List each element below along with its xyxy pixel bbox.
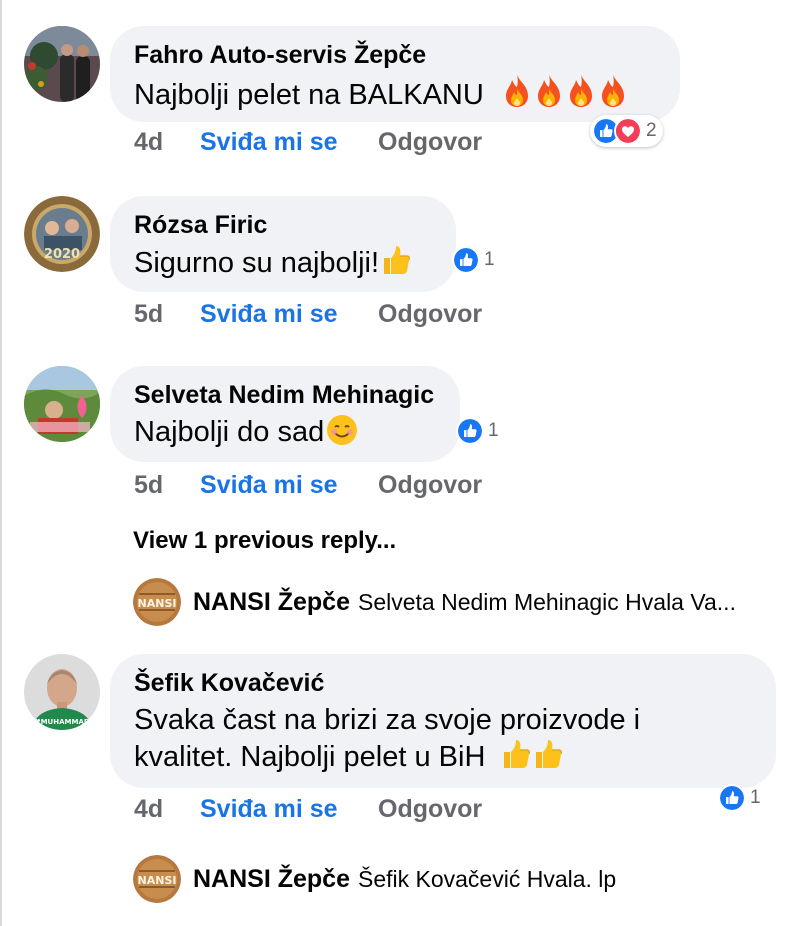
comment-actions: 4d Sviđa mi se Odgovor [134, 128, 482, 157]
reaction-summary[interactable]: 1 [716, 782, 767, 814]
fire-emoji-icon [566, 74, 596, 108]
avatar[interactable]: ♥MUHAMMAD [24, 654, 100, 730]
comment-text: Svaka čast na brizi za svoje proizvode i… [134, 702, 752, 775]
reaction-summary[interactable]: 2 [590, 115, 663, 147]
comment-body: Sigurno su najbolji! [134, 247, 380, 279]
avatar[interactable] [24, 366, 100, 442]
avatar[interactable] [24, 26, 100, 102]
like-reaction-icon [456, 417, 484, 445]
thumbs-up-emoji-icon [533, 738, 563, 770]
thumbs-up-emoji-icon [381, 244, 411, 276]
reply-preview-text[interactable]: Šefik Kovačević Hvala. lp [358, 866, 616, 893]
comment-actions: 5d Sviđa mi se Odgovor [134, 471, 482, 500]
reply-item: NANSI NANSI Žepče Šefik Kovačević Hvala.… [133, 855, 616, 903]
comment-text: Najbolji do sad [134, 414, 436, 450]
comment-author[interactable]: Selveta Nedim Mehinagic [134, 380, 436, 410]
comment-body: kvalitet. Najbolji pelet u BiH [134, 741, 486, 773]
comment-timestamp[interactable]: 5d [134, 471, 200, 500]
reply-button[interactable]: Odgovor [378, 300, 482, 329]
comment-timestamp[interactable]: 5d [134, 300, 200, 329]
comment-body: Najbolji do sad [134, 416, 325, 448]
comment-author[interactable]: Šefik Kovačević [134, 668, 752, 698]
like-reaction-icon [718, 784, 746, 812]
reply-button[interactable]: Odgovor [378, 795, 482, 824]
reaction-count: 1 [750, 787, 761, 808]
reply-button[interactable]: Odgovor [378, 471, 482, 500]
comment-text: Sigurno su najbolji! [134, 244, 432, 281]
thumbs-up-emoji-icon [501, 738, 531, 770]
comment-bubble: Rózsa Firic Sigurno su najbolji! [110, 196, 456, 292]
reaction-count: 1 [488, 420, 499, 441]
comment-body-line-2: kvalitet. Najbolji pelet u BiH [134, 738, 752, 775]
like-button[interactable]: Sviđa mi se [200, 300, 378, 329]
comment-author[interactable]: Fahro Auto-servis Žepče [134, 40, 656, 70]
reaction-count: 1 [484, 249, 495, 270]
fire-emoji-icon [534, 74, 564, 108]
comment-timestamp[interactable]: 4d [134, 128, 200, 157]
comment-bubble: Šefik Kovačević Svaka čast na brizi za s… [110, 654, 776, 788]
reaction-count: 2 [646, 120, 657, 141]
comment-author[interactable]: Rózsa Firic [134, 210, 432, 240]
nansi-logo-text: NANSI [138, 874, 177, 887]
like-button[interactable]: Sviđa mi se [200, 128, 378, 157]
comment-actions: 4d Sviđa mi se Odgovor [134, 795, 482, 824]
avatar[interactable]: NANSI [133, 578, 181, 626]
like-button[interactable]: Sviđa mi se [200, 471, 378, 500]
comment-bubble: Selveta Nedim Mehinagic Najbolji do sad [110, 366, 460, 462]
smiling-face-emoji-icon [327, 415, 358, 445]
thread-indent-line [0, 0, 2, 926]
comment-body: Najbolji pelet na BALKANU [134, 79, 484, 111]
avatar[interactable]: 2020 [24, 196, 100, 272]
reply-author[interactable]: NANSI Žepče [193, 865, 350, 894]
svg-text:♥MUHAMMAD: ♥MUHAMMAD [34, 718, 90, 726]
reply-author[interactable]: NANSI Žepče [193, 588, 350, 617]
comment-body-line: Svaka čast na brizi za svoje proizvode i [134, 704, 641, 736]
like-button[interactable]: Sviđa mi se [200, 795, 378, 824]
comment-timestamp[interactable]: 4d [134, 795, 200, 824]
svg-text:2020: 2020 [44, 247, 80, 262]
reply-button[interactable]: Odgovor [378, 128, 482, 157]
comment-bubble: Fahro Auto-servis Žepče Najbolji pelet n… [110, 26, 680, 122]
reply-preview-text[interactable]: Selveta Nedim Mehinagic Hvala Va... [358, 589, 736, 616]
avatar[interactable]: NANSI [133, 855, 181, 903]
fire-emoji-icon [502, 74, 532, 108]
comment-text: Najbolji pelet na BALKANU [134, 74, 656, 113]
nansi-logo-text: NANSI [138, 597, 177, 610]
view-previous-replies-link[interactable]: View 1 previous reply... [133, 527, 396, 555]
reaction-summary[interactable]: 1 [454, 415, 505, 447]
comment-actions: 5d Sviđa mi se Odgovor [134, 300, 482, 329]
like-reaction-icon [452, 246, 480, 274]
reaction-summary[interactable]: 1 [450, 244, 501, 276]
reply-item: NANSI NANSI Žepče Selveta Nedim Mehinagi… [133, 578, 736, 626]
love-reaction-icon [614, 117, 642, 145]
fire-emoji-icon [598, 74, 628, 108]
